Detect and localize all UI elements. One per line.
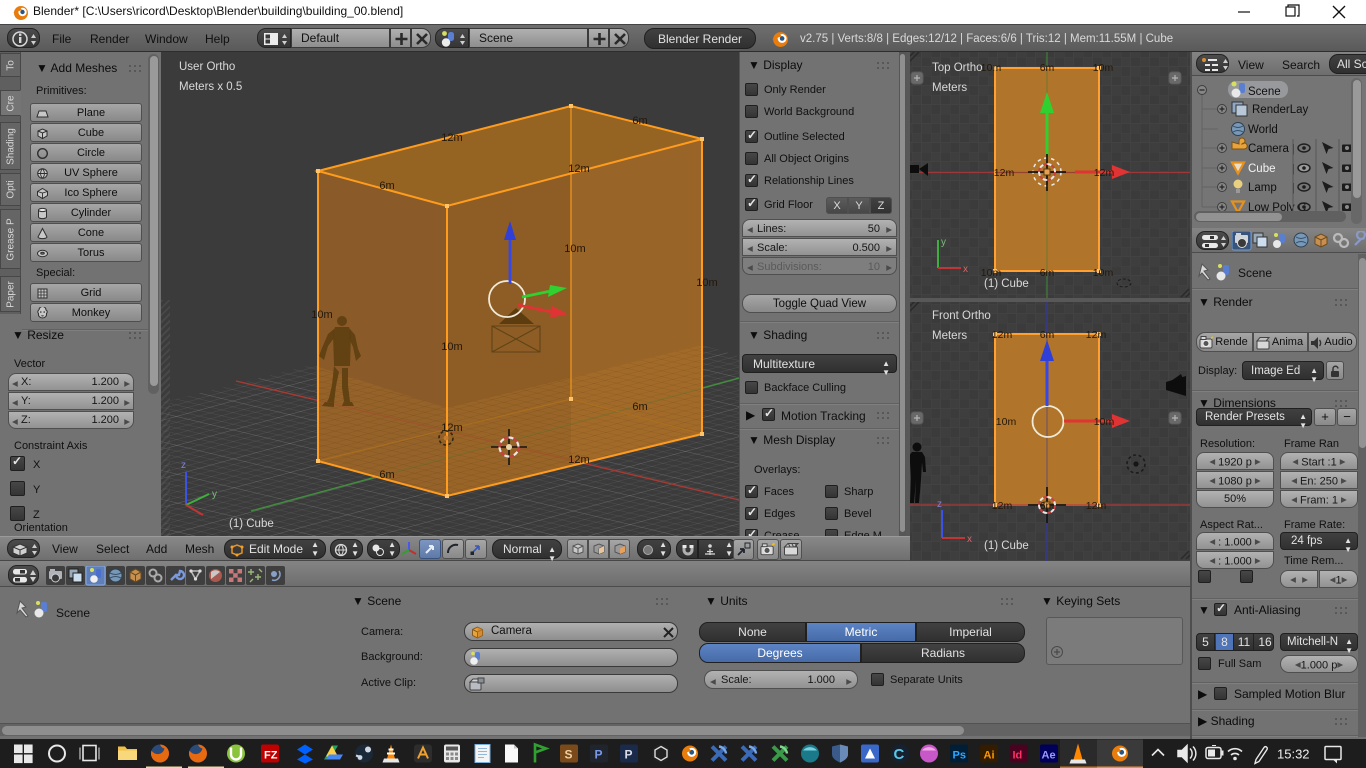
svg-text:P: P [625,748,633,762]
svg-text:Front Ortho: Front Ortho [932,310,991,322]
svg-text:12m: 12m [441,132,462,144]
svg-text:6m: 6m [1040,329,1055,341]
svg-text:10m: 10m [1093,267,1114,279]
svg-text:z: z [937,499,942,510]
svg-text:12m: 12m [1086,329,1107,341]
svg-text:P: P [595,748,603,762]
svg-text:FZ: FZ [264,750,278,762]
svg-text:6m: 6m [379,180,394,192]
svg-text:10m: 10m [311,309,332,321]
svg-text:6m: 6m [1040,267,1055,279]
svg-text:6m: 6m [1040,500,1055,512]
svg-text:6m: 6m [379,469,394,481]
svg-text:x: x [967,534,972,545]
svg-text:Scene: Scene [1248,86,1281,98]
svg-text:12m: 12m [441,422,462,434]
svg-text:RenderLay: RenderLay [1252,104,1309,116]
svg-text:6m: 6m [632,401,647,413]
svg-text:Id: Id [1013,750,1023,762]
svg-text:12m: 12m [1094,167,1115,179]
svg-text:C: C [894,746,905,763]
svg-text:(1) Cube: (1) Cube [984,278,1029,290]
svg-text:12m: 12m [992,329,1013,341]
svg-text:Lamp: Lamp [1248,182,1277,194]
svg-text:Ae: Ae [1042,750,1056,762]
svg-text:Ps: Ps [953,750,966,762]
svg-text:(1) Cube: (1) Cube [984,540,1029,552]
svg-text:Top Ortho: Top Ortho [932,62,983,74]
svg-text:Meters: Meters [932,330,967,342]
svg-text:y: y [212,489,217,500]
svg-text:Meters: Meters [932,82,967,94]
svg-text:10m: 10m [564,243,585,255]
svg-text:(1) Cube: (1) Cube [229,518,274,530]
svg-text:10m: 10m [441,341,462,353]
svg-text:10m: 10m [696,277,717,289]
svg-text:x: x [963,264,968,275]
svg-text:User Ortho: User Ortho [179,61,235,73]
svg-text:z: z [181,460,186,471]
svg-text:10m: 10m [1093,62,1114,74]
svg-text:12m: 12m [568,454,589,466]
svg-text:Camera: Camera [1248,143,1290,155]
svg-text:15:32: 15:32 [1277,747,1310,762]
svg-text:y: y [941,237,946,248]
svg-text:6m: 6m [1040,62,1055,74]
svg-text:10m: 10m [1094,416,1115,428]
svg-text:12m: 12m [1086,500,1107,512]
svg-text:Ai: Ai [984,750,995,762]
svg-text:10m: 10m [996,416,1017,428]
svg-text:12m: 12m [992,500,1013,512]
svg-text:World: World [1248,124,1278,136]
svg-text:10m: 10m [981,62,1002,74]
svg-text:12m: 12m [568,163,589,175]
svg-text:6m: 6m [632,115,647,127]
svg-text:12m: 12m [994,167,1015,179]
svg-text:Meters x 0.5: Meters x 0.5 [179,81,242,93]
svg-text:Cube: Cube [1248,163,1276,175]
svg-text:S: S [565,748,573,762]
